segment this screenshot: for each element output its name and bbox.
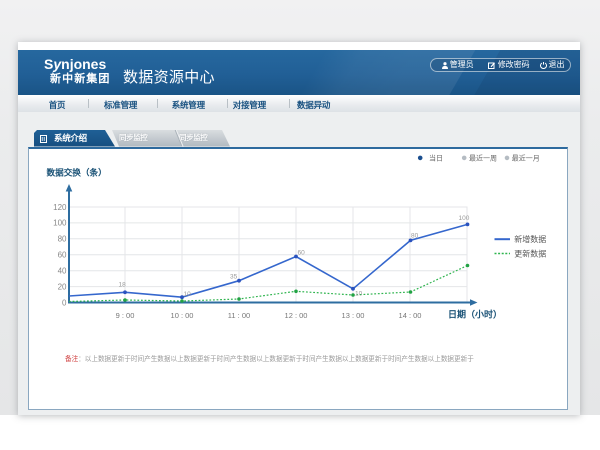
svg-text:20: 20 xyxy=(58,282,67,291)
svg-text:80: 80 xyxy=(58,235,67,244)
svg-text:35: 35 xyxy=(230,274,238,281)
svg-text:10: 10 xyxy=(184,291,192,298)
svg-text:最近一周: 最近一周 xyxy=(469,153,497,162)
svg-text:11 : 00: 11 : 00 xyxy=(228,311,250,320)
svg-text:10: 10 xyxy=(355,291,363,298)
svg-text:当日: 当日 xyxy=(429,153,443,162)
svg-text:14 : 00: 14 : 00 xyxy=(399,311,422,320)
svg-text:新增数据: 新增数据 xyxy=(514,234,546,244)
svg-text:18: 18 xyxy=(119,282,127,289)
svg-text:120: 120 xyxy=(53,203,67,212)
svg-text:日期（小时）: 日期（小时） xyxy=(448,309,502,320)
svg-text:12 : 00: 12 : 00 xyxy=(285,311,308,320)
svg-text:更新数据: 更新数据 xyxy=(514,248,546,258)
svg-text:60: 60 xyxy=(58,251,67,260)
svg-text:9 : 00: 9 : 00 xyxy=(116,311,135,320)
svg-text:80: 80 xyxy=(411,233,419,240)
svg-text:0: 0 xyxy=(62,298,67,307)
svg-text:10 : 00: 10 : 00 xyxy=(171,311,194,320)
svg-text:100: 100 xyxy=(459,215,470,222)
svg-text:数据交换（条）: 数据交换（条） xyxy=(47,167,107,178)
svg-text:最近一月: 最近一月 xyxy=(512,153,540,162)
svg-text:40: 40 xyxy=(58,267,67,276)
svg-text:100: 100 xyxy=(53,219,67,228)
svg-text:13 : 00: 13 : 00 xyxy=(342,311,365,320)
svg-text:60: 60 xyxy=(298,250,306,257)
